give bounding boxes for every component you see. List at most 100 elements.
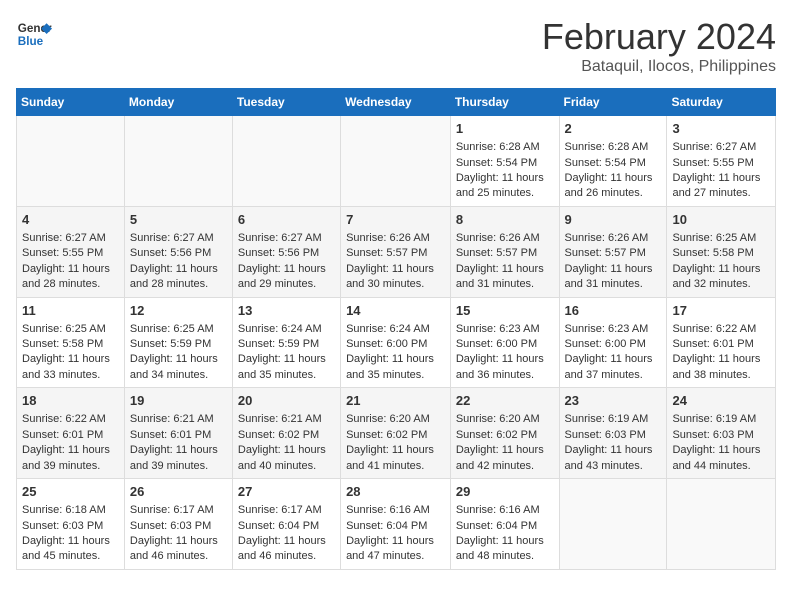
calendar-cell: 4Sunrise: 6:27 AMSunset: 5:55 PMDaylight… (17, 206, 125, 297)
sunrise-text: Sunrise: 6:19 AM (672, 412, 770, 427)
calendar-cell: 17 Sunrise: 6:22 AMSunset: 6:01 PMDayligh… (667, 297, 776, 388)
calendar-cell: 24Sunrise: 6:19 AMSunset: 6:03 PMDayligh… (667, 388, 776, 479)
calendar-cell: 11Sunrise: 6:25 AMSunset: 5:58 PMDayligh… (17, 297, 125, 388)
sunrise-text: Sunrise: 6:24 AM (238, 322, 335, 337)
daylight-text: Daylight: 11 hours and 47 minutes. (346, 534, 445, 565)
sunset-text: Sunset: 6:02 PM (238, 428, 335, 443)
calendar-cell: 21Sunrise: 6:20 AMSunset: 6:02 PMDayligh… (341, 388, 451, 479)
sunrise-text: Sunrise: 6:22 AM (672, 322, 770, 337)
day-number: 4 (22, 211, 119, 229)
sunset-text: Sunset: 5:55 PM (22, 246, 119, 261)
daylight-text: Daylight: 11 hours and 42 minutes. (456, 443, 554, 474)
calendar-subtitle: Bataquil, Ilocos, Philippines (542, 58, 776, 76)
sunrise-text: Sunrise: 6:23 AM (565, 322, 662, 337)
calendar-cell: 7Sunrise: 6:26 AMSunset: 5:57 PMDaylight… (341, 206, 451, 297)
sunrise-text: Sunrise: 6:26 AM (346, 231, 445, 246)
day-number: 27 (238, 483, 335, 501)
day-number: 15 (456, 302, 554, 320)
daylight-text: Daylight: 11 hours and 25 minutes. (456, 171, 554, 202)
sunrise-text: Sunrise: 6:27 AM (238, 231, 335, 246)
day-number: 20 (238, 392, 335, 410)
daylight-text: Daylight: 11 hours and 46 minutes. (238, 534, 335, 565)
calendar-cell: 23Sunrise: 6:19 AMSunset: 6:03 PMDayligh… (559, 388, 667, 479)
daylight-text: Daylight: 11 hours and 35 minutes. (346, 352, 445, 383)
daylight-text: Daylight: 11 hours and 28 minutes. (130, 262, 227, 293)
title-block: February 2024 Bataquil, Ilocos, Philippi… (542, 16, 776, 76)
sunrise-text: Sunrise: 6:27 AM (130, 231, 227, 246)
day-number: 28 (346, 483, 445, 501)
calendar-cell: 19Sunrise: 6:21 AMSunset: 6:01 PMDayligh… (124, 388, 232, 479)
logo: General Blue (16, 16, 52, 52)
day-number: 17 (672, 302, 770, 320)
day-number: 16 (565, 302, 662, 320)
calendar-cell (667, 479, 776, 570)
daylight-text: Daylight: 11 hours and 31 minutes. (456, 262, 554, 293)
sunrise-text: Sunrise: 6:25 AM (22, 322, 119, 337)
day-number: 3 (672, 120, 770, 138)
calendar-cell (341, 116, 451, 207)
sunrise-text: Sunrise: 6:24 AM (346, 322, 445, 337)
daylight-text: Daylight: 11 hours and 48 minutes. (456, 534, 554, 565)
daylight-text: Daylight: 11 hours and 43 minutes. (565, 443, 662, 474)
daylight-text: Daylight: 11 hours and 41 minutes. (346, 443, 445, 474)
header-tuesday: Tuesday (232, 89, 340, 116)
day-number: 22 (456, 392, 554, 410)
calendar-cell: 1 Sunrise: 6:28 AMSunset: 5:54 PMDaylight… (450, 116, 559, 207)
logo-icon: General Blue (16, 16, 52, 52)
daylight-text: Daylight: 11 hours and 34 minutes. (130, 352, 227, 383)
week-row-1: 1Sunrise: 6:28 AMSunset: 5:54 PMDaylight… (17, 116, 776, 207)
sunset-text: Sunset: 6:03 PM (672, 428, 770, 443)
sunset-text: Sunset: 6:01 PM (22, 428, 119, 443)
day-number: 7 (346, 211, 445, 229)
sunrise-text: Sunrise: 6:28 AM (565, 140, 662, 155)
sunset-text: Sunset: 6:00 PM (456, 337, 554, 352)
calendar-cell: 16Sunrise: 6:23 AMSunset: 6:00 PMDayligh… (559, 297, 667, 388)
daylight-text: Daylight: 11 hours and 44 minutes. (672, 443, 770, 474)
header-wednesday: Wednesday (341, 89, 451, 116)
day-number: 23 (565, 392, 662, 410)
calendar-cell: 9Sunrise: 6:26 AMSunset: 5:57 PMDaylight… (559, 206, 667, 297)
sunset-text: Sunset: 5:56 PM (238, 246, 335, 261)
sunset-text: Sunset: 6:01 PM (672, 337, 770, 352)
daylight-text: Daylight: 11 hours and 30 minutes. (346, 262, 445, 293)
sunrise-text: Sunrise: 6:21 AM (130, 412, 227, 427)
daylight-text: Daylight: 11 hours and 35 minutes. (238, 352, 335, 383)
day-number: 11 (22, 302, 119, 320)
sunrise-text: Sunrise: 6:26 AM (456, 231, 554, 246)
sunrise-text: Sunrise: 6:20 AM (346, 412, 445, 427)
sunset-text: Sunset: 5:55 PM (672, 156, 770, 171)
daylight-text: Daylight: 11 hours and 27 minutes. (672, 171, 770, 202)
sunset-text: Sunset: 6:00 PM (346, 337, 445, 352)
sunrise-text: Sunrise: 6:25 AM (672, 231, 770, 246)
day-number: 29 (456, 483, 554, 501)
week-row-5: 25Sunrise: 6:18 AMSunset: 6:03 PMDayligh… (17, 479, 776, 570)
daylight-text: Daylight: 11 hours and 39 minutes. (22, 443, 119, 474)
sunset-text: Sunset: 5:54 PM (456, 156, 554, 171)
calendar-cell (232, 116, 340, 207)
daylight-text: Daylight: 11 hours and 38 minutes. (672, 352, 770, 383)
day-number: 18 (22, 392, 119, 410)
header-friday: Friday (559, 89, 667, 116)
day-number: 8 (456, 211, 554, 229)
daylight-text: Daylight: 11 hours and 40 minutes. (238, 443, 335, 474)
day-number: 19 (130, 392, 227, 410)
calendar-cell: 25Sunrise: 6:18 AMSunset: 6:03 PMDayligh… (17, 479, 125, 570)
week-row-2: 4 Sunrise: 6:27 AM Sunset: 5:55 PM Daylight… (17, 206, 776, 297)
daylight-text: Daylight: 11 hours and 33 minutes. (22, 352, 119, 383)
sunset-text: Sunset: 6:04 PM (238, 519, 335, 534)
calendar-cell: 12Sunrise: 6:25 AMSunset: 5:59 PMDayligh… (124, 297, 232, 388)
calendar-cell: 6Sunrise: 6:27 AMSunset: 5:56 PMDaylight… (232, 206, 340, 297)
sunset-text: Sunset: 5:56 PM (130, 246, 227, 261)
sunrise-text: Sunrise: 6:16 AM (456, 503, 554, 518)
calendar-cell: 3Sunrise: 6:27 AMSunset: 5:55 PMDaylight… (667, 116, 776, 207)
sunset-text: Sunset: 5:59 PM (238, 337, 335, 352)
sunrise-text: Sunrise: 6:28 AM (456, 140, 554, 155)
week-row-4: 18Sunrise: 6:22 AMSunset: 6:01 PMDayligh… (17, 388, 776, 479)
day-number: 25 (22, 483, 119, 501)
sunrise-text: Sunrise: 6:22 AM (22, 412, 119, 427)
calendar-cell (124, 116, 232, 207)
sunset-text: Sunset: 6:01 PM (130, 428, 227, 443)
sunset-text: Sunset: 6:03 PM (22, 519, 119, 534)
day-number: 1 (456, 120, 554, 138)
daylight-text: Daylight: 11 hours and 29 minutes. (238, 262, 335, 293)
